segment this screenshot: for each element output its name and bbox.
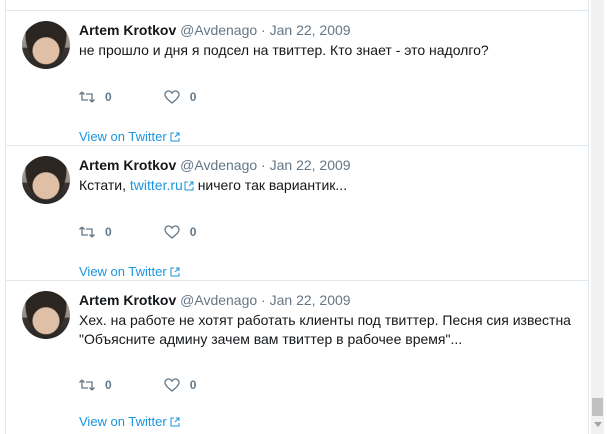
retweet-count: 0 [105, 378, 112, 392]
tweet-actions: 0 0 [79, 222, 248, 242]
avatar[interactable] [22, 21, 70, 69]
separator: · [261, 157, 266, 173]
heart-icon [164, 225, 180, 239]
view-on-twitter-label: View on Twitter [79, 264, 167, 279]
tweet-actions: 0 0 [79, 87, 248, 107]
tweet-header: Artem Krotkov @Avdenago · Jan 22, 2009 [79, 291, 574, 310]
retweet-button[interactable]: 0 [79, 225, 112, 239]
tweet[interactable]: Artem Krotkov @Avdenago · Jan 22, 2009 К… [6, 146, 588, 281]
like-button[interactable]: 0 [164, 378, 197, 392]
author-name[interactable]: Artem Krotkov [79, 22, 176, 38]
like-button[interactable]: 0 [164, 90, 197, 104]
view-on-twitter-link[interactable]: View on Twitter [79, 414, 180, 429]
scrollbar-thumb[interactable] [592, 398, 603, 416]
tweet-date[interactable]: Jan 22, 2009 [270, 22, 351, 38]
tweet[interactable]: Artem Krotkov @Avdenago · Jan 22, 2009 Х… [6, 281, 588, 434]
avatar[interactable] [22, 156, 70, 204]
retweet-icon [79, 226, 95, 238]
heart-icon [164, 378, 180, 392]
view-on-twitter-link[interactable]: View on Twitter [79, 129, 180, 144]
tweet-text-part: Хех. на работе не хотят работать клиенты… [79, 312, 571, 347]
tweet-date[interactable]: Jan 22, 2009 [270, 157, 351, 173]
external-link-icon [170, 417, 180, 426]
tweet-text: Кстати, twitter.ru ничего так вариантик.… [79, 176, 574, 195]
tweet-text-part: ничего так вариантик... [193, 177, 348, 193]
separator: · [261, 292, 266, 308]
view-on-twitter-label: View on Twitter [79, 414, 167, 429]
retweet-button[interactable]: 0 [79, 90, 112, 104]
tweet-text: не прошло и дня я подсел на твиттер. Кто… [79, 41, 574, 60]
external-link-icon [184, 181, 194, 191]
retweet-icon [79, 379, 95, 391]
author-name[interactable]: Artem Krotkov [79, 157, 176, 173]
like-count: 0 [189, 90, 197, 104]
external-link-icon [170, 267, 180, 276]
avatar[interactable] [22, 291, 70, 339]
tweet-timeline: Artem Krotkov @Avdenago · Jan 22, 2009 н… [5, 0, 589, 434]
author-handle[interactable]: @Avdenago [180, 22, 257, 38]
tweet-inline-link-label: twitter.ru [129, 177, 183, 193]
retweet-count: 0 [105, 90, 112, 104]
tweet-text-part: не прошло и дня я подсел на твиттер. Кто… [79, 42, 489, 58]
author-handle[interactable]: @Avdenago [180, 292, 257, 308]
tweet-header: Artem Krotkov @Avdenago · Jan 22, 2009 [79, 156, 574, 175]
author-handle[interactable]: @Avdenago [180, 157, 257, 173]
tweet-inline-link[interactable]: twitter.ru [130, 177, 194, 193]
scrollbar[interactable] [590, 0, 607, 434]
retweet-icon [79, 91, 95, 103]
like-button[interactable]: 0 [164, 225, 197, 239]
scrollbar-track[interactable] [591, 0, 604, 434]
scroll-down-arrow-icon[interactable] [594, 422, 602, 427]
view-on-twitter-link[interactable]: View on Twitter [79, 264, 180, 279]
external-link-icon [170, 132, 180, 141]
tweet-text: Хех. на работе не хотят работать клиенты… [79, 311, 574, 349]
like-count: 0 [189, 378, 197, 392]
tweet[interactable]: Artem Krotkov @Avdenago · Jan 22, 2009 н… [6, 11, 588, 146]
like-count: 0 [189, 225, 197, 239]
retweet-button[interactable]: 0 [79, 378, 112, 392]
heart-icon [164, 90, 180, 104]
tweet-actions: 0 0 [79, 375, 248, 395]
separator: · [261, 22, 266, 38]
tweet-date[interactable]: Jan 22, 2009 [270, 292, 351, 308]
author-name[interactable]: Artem Krotkov [79, 292, 176, 308]
view-on-twitter-label: View on Twitter [79, 129, 167, 144]
retweet-count: 0 [105, 225, 112, 239]
tweet-text-part: Кстати, [79, 177, 130, 193]
tweet-header: Artem Krotkov @Avdenago · Jan 22, 2009 [79, 21, 574, 40]
